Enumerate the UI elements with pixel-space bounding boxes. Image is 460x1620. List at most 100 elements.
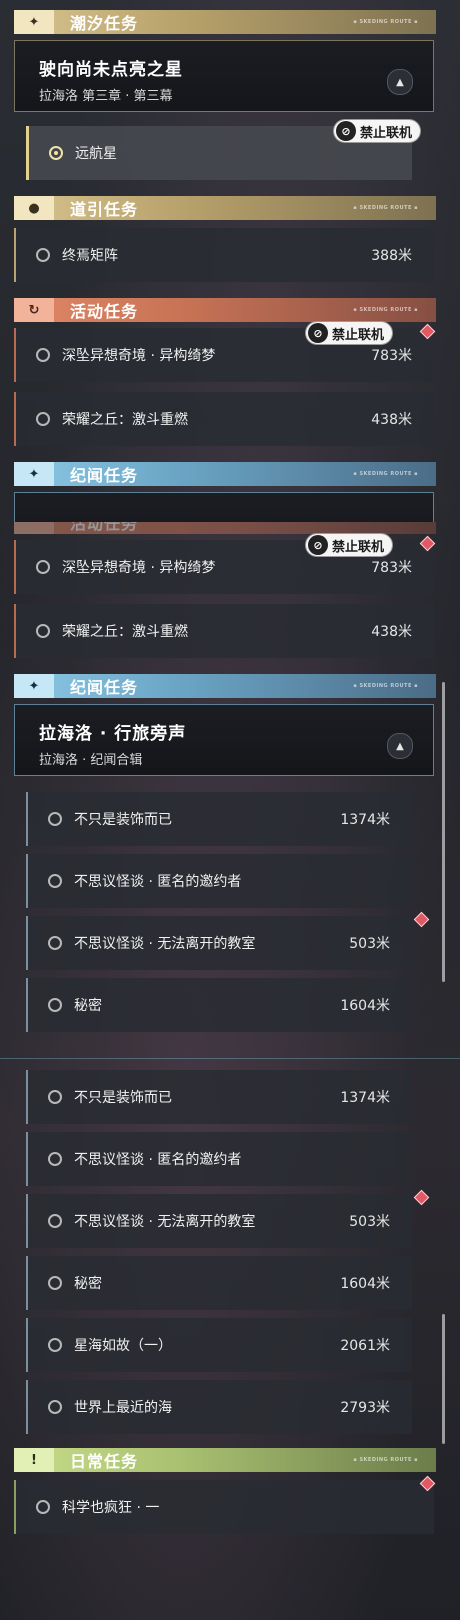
quest-distance: 783米 — [371, 560, 412, 576]
no-coop-label: 禁止联机 — [360, 125, 413, 141]
quest-row[interactable]: 不只是装饰而已 1374米 — [26, 1070, 412, 1124]
quest-title: 远航星 — [75, 146, 117, 162]
sparkle-icon: ✦ — [14, 674, 54, 698]
section-header-daily[interactable]: ! 日常任务 ▪ SKEDING ROUTE ▪ — [14, 1448, 436, 1472]
quest-row[interactable]: 终焉矩阵 388米 — [14, 228, 434, 282]
chevron-up-icon: ▲ — [396, 76, 404, 88]
radio-icon — [48, 1152, 62, 1166]
radio-icon — [48, 1276, 62, 1290]
radio-icon — [36, 624, 50, 638]
chapter-card-chronicle-partial — [14, 492, 434, 522]
quest-row[interactable]: 秘密 1604米 — [26, 1256, 412, 1310]
collapse-button[interactable]: ▲ — [387, 69, 413, 95]
quest-distance: 783米 — [371, 348, 412, 364]
section-header-event[interactable]: ↻ 活动任务 ▪ SKEDING ROUTE ▪ — [14, 298, 436, 322]
no-coop-tag: ⊘ 禁止联机 — [306, 322, 393, 344]
quest-tracker-screen: ✦ 潮汐任务 ▪ SKEDING ROUTE ▪ 驶向尚未点亮之星 拉海洛 第三… — [0, 0, 460, 1620]
section-decoration: ▪ SKEDING ROUTE ▪ — [353, 1457, 418, 1463]
quest-title: 星海如故（一） — [74, 1338, 172, 1354]
section-label: 日常任务 — [70, 1452, 139, 1471]
quest-row[interactable]: 秘密 1604米 — [26, 978, 412, 1032]
section-label: 道引任务 — [70, 200, 139, 219]
section-header-tide[interactable]: ✦ 潮汐任务 ▪ SKEDING ROUTE ▪ — [14, 10, 436, 34]
section-label: 活动任务 — [70, 302, 139, 321]
radio-icon — [36, 560, 50, 574]
exclamation-icon: ! — [14, 1448, 54, 1472]
quest-distance: 503米 — [349, 936, 390, 952]
radio-icon — [48, 812, 62, 826]
quest-title: 深坠异想奇境 · 异构绮梦 — [62, 560, 216, 576]
section-header-chronicle[interactable]: ✦ 纪闻任务 ▪ SKEDING ROUTE ▪ — [14, 674, 436, 698]
sparkle-icon: ✦ — [14, 10, 54, 34]
quest-row[interactable]: 星海如故（一） 2061米 — [26, 1318, 412, 1372]
radio-icon — [36, 248, 50, 262]
section-label: 纪闻任务 — [70, 466, 139, 485]
radio-selected-icon — [49, 146, 63, 160]
quest-title: 荣耀之丘：激斗重燃 — [62, 412, 188, 428]
radio-icon — [36, 412, 50, 426]
quest-title: 终焉矩阵 — [62, 248, 118, 264]
quest-distance: 2793米 — [340, 1400, 390, 1416]
quest-title: 不思议怪谈 · 匿名的邀约者 — [74, 874, 242, 890]
quest-row[interactable]: 不思议怪谈 · 匿名的邀约者 — [26, 854, 412, 908]
section-decoration: ▪ SKEDING ROUTE ▪ — [353, 19, 418, 25]
quest-distance: 1604米 — [340, 1276, 390, 1292]
quest-distance: 1374米 — [340, 812, 390, 828]
section-label: 纪闻任务 — [70, 678, 139, 697]
quest-row[interactable]: 不思议怪谈 · 无法离开的教室 503米 — [26, 1194, 412, 1248]
collapse-button[interactable]: ▲ — [387, 733, 413, 759]
section-decoration: ▪ SKEDING ROUTE ▪ — [353, 307, 418, 313]
sparkle-icon: ✦ — [14, 462, 54, 486]
quest-panel-2: 活动任务 深坠异想奇境 · 异构绮梦 783米 ⊘ 禁止联机 荣耀之丘：激斗重燃… — [0, 522, 460, 1044]
scrollbar[interactable] — [442, 1314, 445, 1444]
section-header-event-partial: 活动任务 — [14, 522, 436, 534]
quest-title: 科学也疯狂 · 一 — [62, 1500, 160, 1516]
radio-icon — [36, 1500, 50, 1514]
radio-icon — [36, 348, 50, 362]
quest-row[interactable]: 不思议怪谈 · 无法离开的教室 503米 — [26, 916, 412, 970]
no-coop-label: 禁止联机 — [332, 327, 385, 343]
no-coop-tag: ⊘ 禁止联机 — [334, 120, 421, 142]
quest-title: 不思议怪谈 · 无法离开的教室 — [74, 936, 256, 952]
section-label: 活动任务 — [70, 522, 139, 533]
quest-panel-1: ✦ 潮汐任务 ▪ SKEDING ROUTE ▪ 驶向尚未点亮之星 拉海洛 第三… — [0, 0, 460, 522]
scrollbar[interactable] — [442, 682, 445, 982]
no-coop-label: 禁止联机 — [332, 539, 385, 555]
no-coop-icon: ⊘ — [308, 323, 328, 343]
map-pin-icon: ● — [14, 196, 54, 220]
section-header-chronicle[interactable]: ✦ 纪闻任务 ▪ SKEDING ROUTE ▪ — [14, 462, 436, 486]
event-icon — [14, 522, 54, 534]
quest-title: 不思议怪谈 · 无法离开的教室 — [74, 1214, 256, 1230]
quest-title: 不只是装饰而已 — [74, 812, 172, 828]
marker-diamond-icon — [413, 1189, 430, 1206]
quest-row[interactable]: 科学也疯狂 · 一 — [14, 1480, 434, 1534]
quest-row[interactable]: 世界上最近的海 2793米 — [26, 1380, 412, 1434]
radio-icon — [48, 998, 62, 1012]
section-header-guide[interactable]: ● 道引任务 ▪ SKEDING ROUTE ▪ — [14, 196, 436, 220]
quest-row[interactable]: 荣耀之丘：激斗重燃 438米 — [14, 604, 434, 658]
section-decoration: ▪ SKEDING ROUTE ▪ — [353, 205, 418, 211]
event-icon: ↻ — [14, 298, 54, 322]
quest-row[interactable]: 荣耀之丘：激斗重燃 438米 — [14, 392, 434, 446]
radio-icon — [48, 936, 62, 950]
quest-title: 秘密 — [74, 998, 102, 1014]
chapter-title: 驶向尚未点亮之星 — [39, 60, 183, 80]
no-coop-icon: ⊘ — [308, 535, 328, 555]
chapter-card-tide[interactable]: 驶向尚未点亮之星 拉海洛 第三章 · 第三幕 ▲ — [14, 40, 434, 112]
divider — [0, 1058, 460, 1059]
quest-row[interactable]: 不只是装饰而已 1374米 — [26, 792, 412, 846]
radio-icon — [48, 874, 62, 888]
radio-icon — [48, 1214, 62, 1228]
quest-distance: 438米 — [371, 624, 412, 640]
radio-icon — [48, 1090, 62, 1104]
section-decoration: ▪ SKEDING ROUTE ▪ — [353, 683, 418, 689]
chapter-title: 拉海洛 · 行旅旁声 — [39, 724, 187, 744]
section-decoration: ▪ SKEDING ROUTE ▪ — [353, 471, 418, 477]
quest-distance: 1374米 — [340, 1090, 390, 1106]
quest-distance: 1604米 — [340, 998, 390, 1014]
chapter-card-chronicle[interactable]: 拉海洛 · 行旅旁声 拉海洛 · 纪闻合辑 ▲ — [14, 704, 434, 776]
quest-title: 荣耀之丘：激斗重燃 — [62, 624, 188, 640]
quest-row[interactable]: 不思议怪谈 · 匿名的邀约者 — [26, 1132, 412, 1186]
no-coop-icon: ⊘ — [336, 121, 356, 141]
chevron-up-icon: ▲ — [396, 740, 404, 752]
